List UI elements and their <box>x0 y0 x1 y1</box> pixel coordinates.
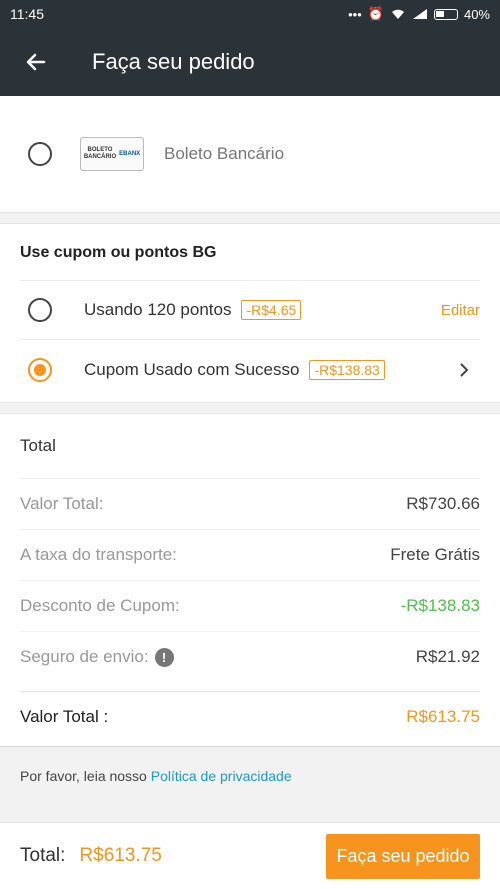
battery-percent: 40% <box>463 6 490 22</box>
total-row-value: Valor Total: R$730.66 <box>20 478 480 529</box>
coupon-section-title: Use cupom ou pontos BG <box>20 244 217 261</box>
edit-points-button[interactable]: Editar <box>441 302 480 319</box>
page-title: Faça seu pedido <box>92 49 255 74</box>
insurance-value: R$21.92 <box>415 647 480 666</box>
boleto-logo-text: BOLETO BANCÁRIO <box>83 147 117 160</box>
total-row-label: Valor Total: <box>20 494 104 513</box>
boleto-logo: BOLETO BANCÁRIO EBANX <box>80 137 144 171</box>
alarm-icon: ⏰ <box>367 6 384 21</box>
bottom-total-value: R$613.75 <box>79 845 162 866</box>
insurance-label: Seguro de envio: <box>20 647 149 666</box>
wifi-icon <box>391 9 404 19</box>
points-discount-badge: -R$4.65 <box>241 300 302 320</box>
bottom-bar: Total: R$613.75 Faça seu pedido <box>0 822 500 889</box>
total-row-insurance: Seguro de envio: ! R$21.92 <box>20 631 480 682</box>
privacy-text: Por favor, leia nosso <box>20 768 147 784</box>
status-time: 11:45 <box>10 6 44 22</box>
points-option[interactable]: Usando 120 pontos -R$4.65 Editar <box>20 280 480 340</box>
coupon-option[interactable]: Cupom Usado com Sucesso -R$138.83 <box>20 340 480 400</box>
coupon-discount-label: Desconto de Cupom: <box>20 596 180 615</box>
totals-title: Total <box>20 436 56 455</box>
points-label: Usando 120 pontos <box>84 300 232 319</box>
info-icon[interactable]: ! <box>154 647 174 667</box>
final-total-label: Valor Total : <box>20 707 109 726</box>
total-row-shipping: A taxa do transporte: Frete Grátis <box>20 529 480 580</box>
shipping-label: A taxa do transporte: <box>20 545 177 564</box>
total-row-final: Valor Total : R$613.75 <box>20 691 480 742</box>
coupon-label: Cupom Usado com Sucesso <box>84 360 300 379</box>
points-radio[interactable] <box>28 298 52 322</box>
coupon-section: Use cupom ou pontos BG Usando 120 pontos… <box>0 223 500 403</box>
bottom-total-label: Total: <box>20 845 66 866</box>
payment-option-boleto[interactable]: BOLETO BANCÁRIO EBANX Boleto Bancário <box>0 96 500 213</box>
total-row-coupon: Desconto de Cupom: -R$138.83 <box>20 580 480 631</box>
totals-section: Total Valor Total: R$730.66 A taxa do tr… <box>0 413 500 747</box>
insurance-label-wrap: Seguro de envio: ! <box>20 647 416 667</box>
ebanx-logo-text: EBANX <box>119 151 141 157</box>
place-order-button[interactable]: Faça seu pedido <box>326 834 480 879</box>
coupon-radio[interactable] <box>28 358 52 382</box>
signal-icon <box>412 9 427 19</box>
privacy-policy-link[interactable]: Política de privacidade <box>151 768 292 784</box>
chevron-right-icon[interactable] <box>458 362 470 378</box>
status-bar: 11:45 ••• ⏰ 40% <box>0 0 500 28</box>
coupon-discount-badge: -R$138.83 <box>309 360 385 380</box>
shipping-value: Frete Grátis <box>390 545 480 564</box>
back-button[interactable] <box>0 28 72 96</box>
status-icons: ••• ⏰ 40% <box>348 6 490 22</box>
payment-label: Boleto Bancário <box>164 144 285 163</box>
coupon-discount-value: -R$138.83 <box>400 596 480 615</box>
arrow-left-icon <box>26 53 46 71</box>
battery-icon <box>433 8 458 20</box>
privacy-notice: Por favor, leia nosso Política de privac… <box>20 768 292 784</box>
final-total-value: R$613.75 <box>406 707 480 726</box>
app-header: Faça seu pedido <box>0 28 500 96</box>
more-dots-icon: ••• <box>348 6 362 22</box>
total-row-amount: R$730.66 <box>406 494 480 513</box>
boleto-radio[interactable] <box>28 142 52 166</box>
